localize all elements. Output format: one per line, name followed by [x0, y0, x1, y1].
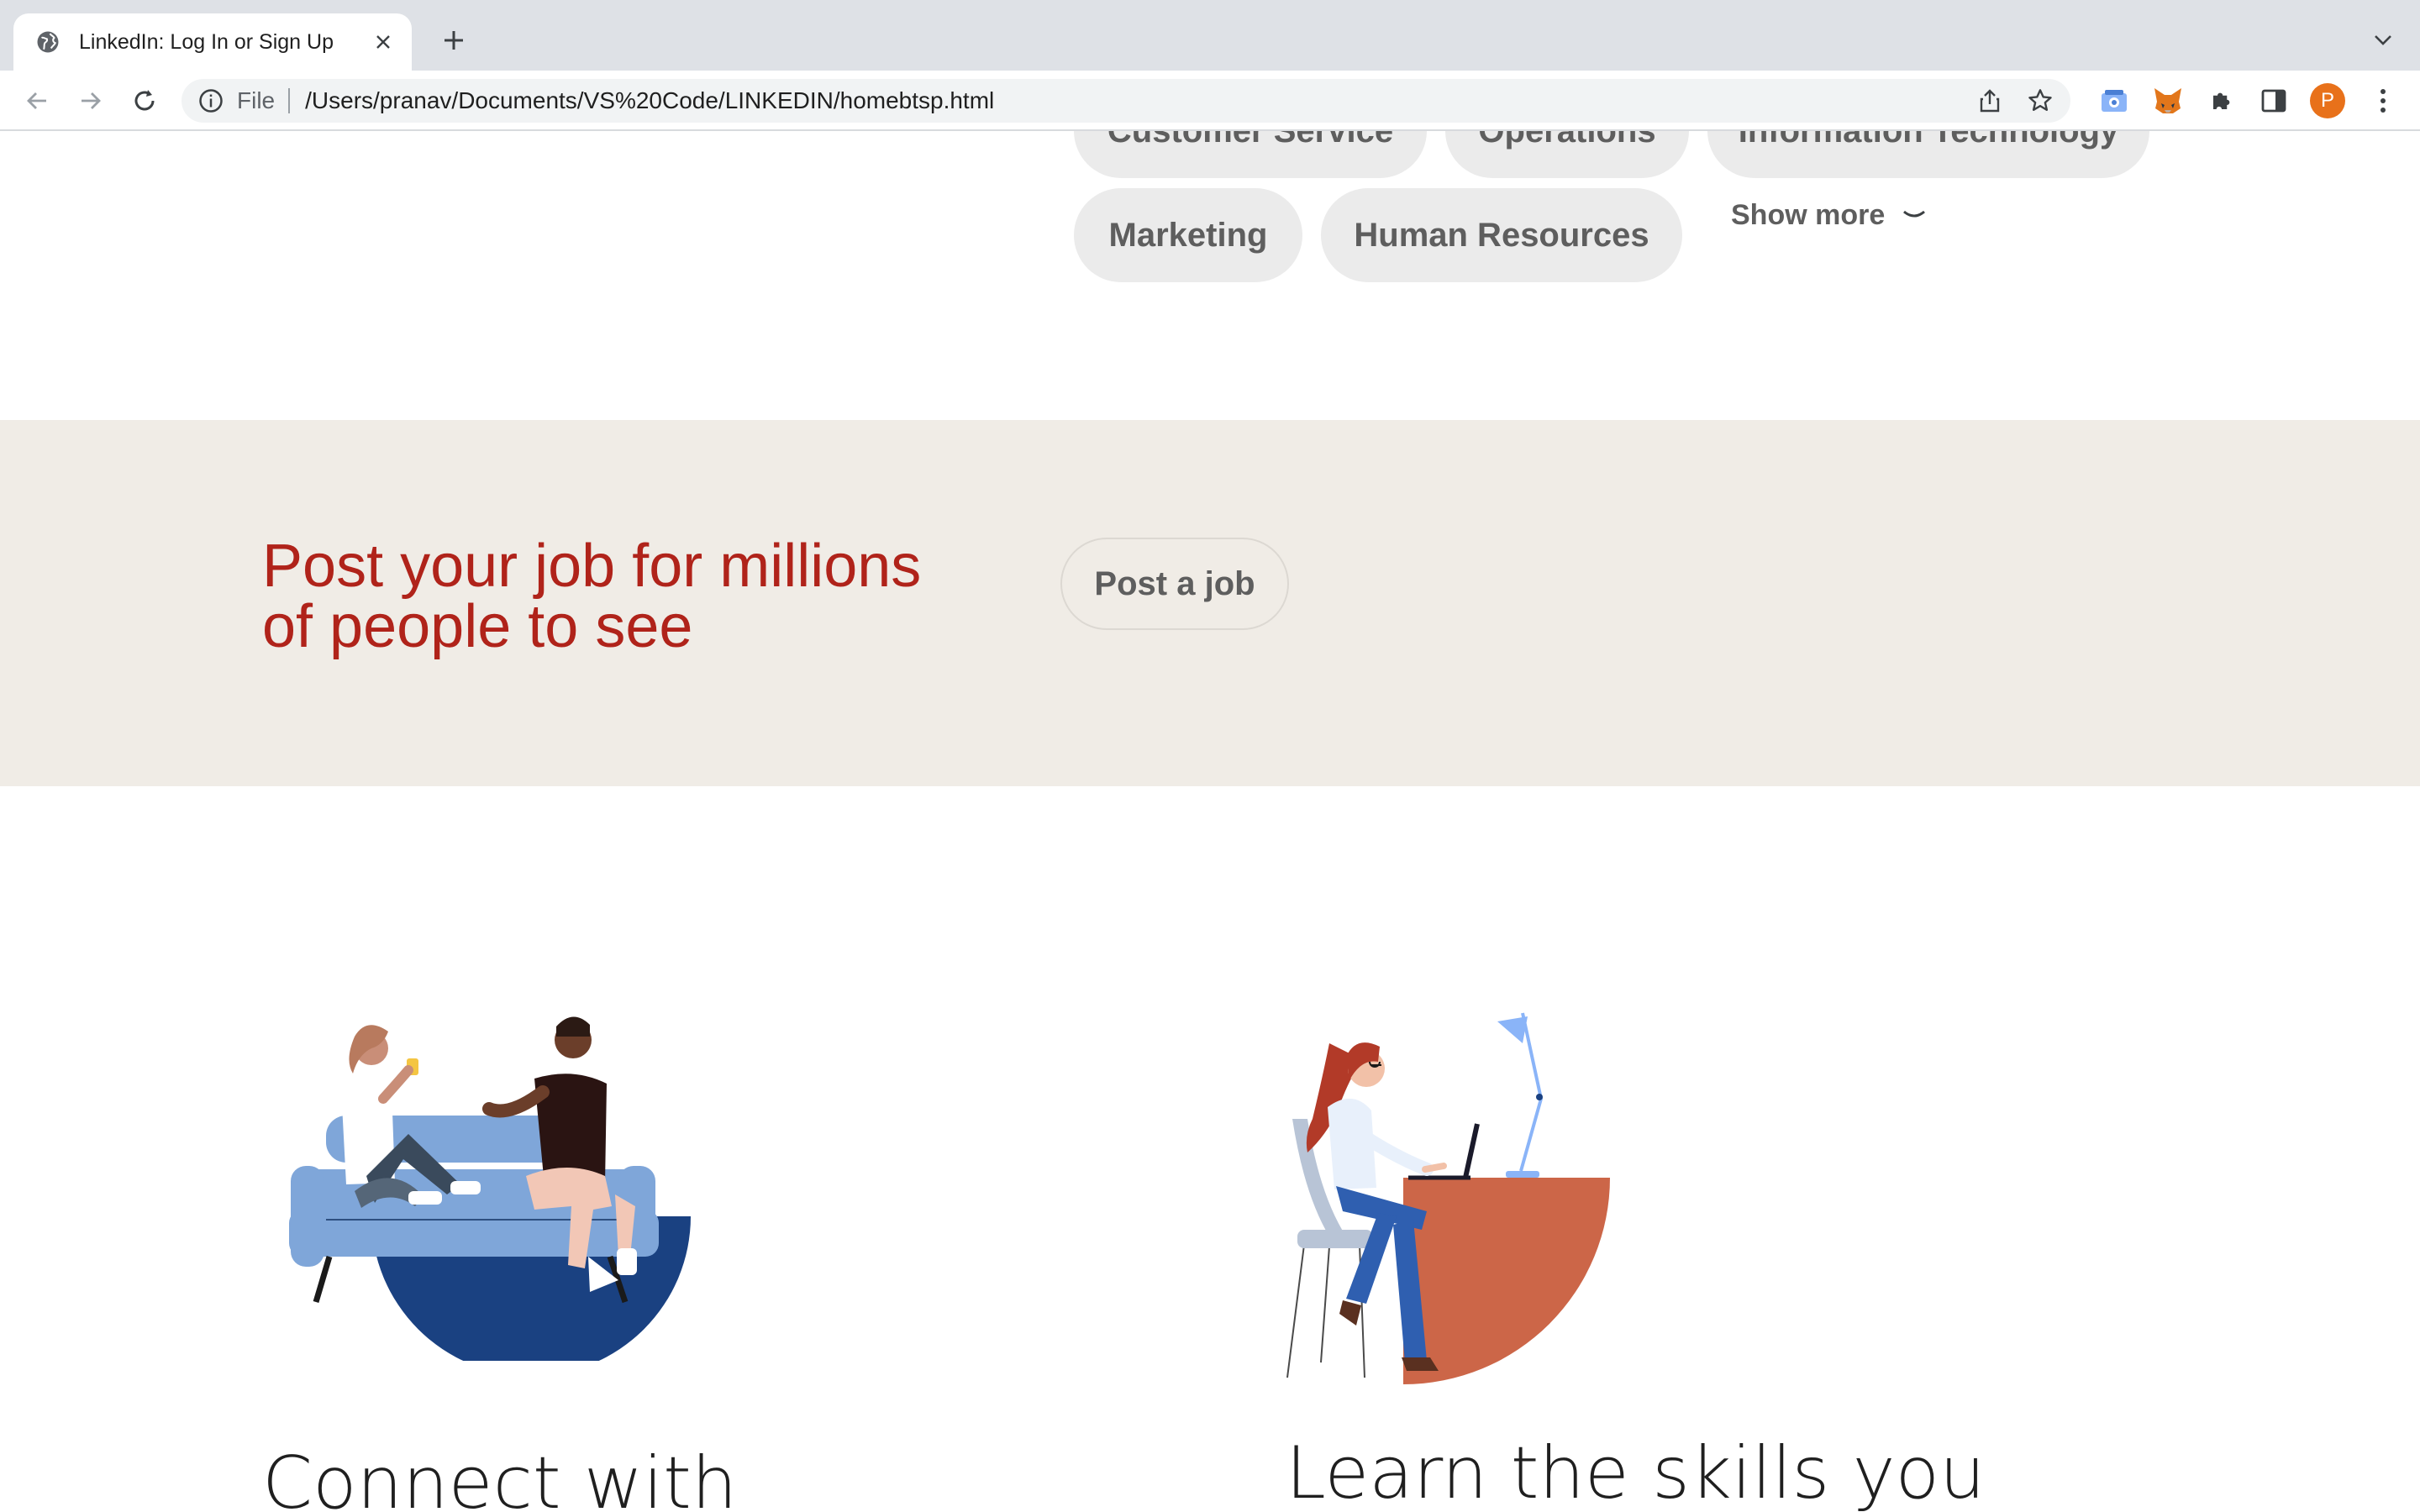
category-pill-operations[interactable]: Operations: [1445, 131, 1689, 178]
show-more-label: Show more: [1731, 198, 1886, 231]
chevron-down-icon: [1903, 210, 1926, 218]
omnibox-divider: [288, 88, 291, 113]
address-bar[interactable]: File /Users/pranav/Documents/VS%20Code/L…: [182, 79, 2070, 123]
avatar: P: [2310, 83, 2345, 118]
page-viewport: Customer Service Operations Information …: [0, 131, 2420, 1512]
category-pill-marketing[interactable]: Marketing: [1074, 188, 1302, 282]
translate-extension-icon[interactable]: [2094, 81, 2134, 121]
url-text[interactable]: /Users/pranav/Documents/VS%20Code/LINKED…: [305, 87, 1970, 114]
back-arrow-icon[interactable]: [17, 81, 57, 121]
share-icon[interactable]: [1970, 81, 2010, 121]
globe-icon: [37, 31, 59, 53]
scheme-label: File: [237, 87, 276, 113]
reload-icon[interactable]: [124, 81, 165, 121]
plus-icon[interactable]: [434, 20, 474, 60]
category-pill-information-technology[interactable]: Information Technology: [1707, 131, 2149, 178]
post-job-headline: Post your job for millions of people to …: [262, 536, 985, 657]
category-label: Operations: [1478, 131, 1655, 150]
headline-line: Post your job for millions: [262, 533, 922, 600]
category-label: Human Resources: [1354, 216, 1649, 254]
category-pill-customer-service[interactable]: Customer Service: [1074, 131, 1427, 178]
post-a-job-button[interactable]: Post a job: [1060, 538, 1289, 630]
side-panel-icon[interactable]: [2254, 81, 2294, 121]
active-tab[interactable]: LinkedIn: Log In or Sign Up: [13, 13, 412, 71]
feature-heading-learn: Learn the skills you: [1286, 1431, 1986, 1512]
kebab-menu-icon[interactable]: [2363, 81, 2403, 121]
puzzle-extensions-icon[interactable]: [2202, 81, 2242, 121]
close-icon[interactable]: [363, 22, 403, 62]
star-icon[interactable]: [2020, 81, 2060, 121]
show-more-button[interactable]: Show more: [1731, 190, 1927, 240]
chevron-down-icon[interactable]: [2366, 24, 2400, 57]
category-label: Marketing: [1108, 216, 1268, 254]
tab-title: LinkedIn: Log In or Sign Up: [79, 29, 334, 54]
people-on-couch-illustration: [289, 1016, 691, 1361]
feature-heading-connect: Connect with: [262, 1441, 738, 1512]
info-icon[interactable]: [198, 88, 224, 113]
profile-avatar[interactable]: P: [2307, 81, 2348, 121]
browser-toolbar: File /Users/pranav/Documents/VS%20Code/L…: [0, 71, 2420, 131]
headline-line: of people to see: [262, 593, 693, 660]
category-label: Information Technology: [1739, 131, 2119, 150]
woman-at-desk-laptop-illustration: [1286, 1012, 1610, 1384]
browser-tabstrip: LinkedIn: Log In or Sign Up: [0, 0, 2420, 71]
category-label: Customer Service: [1107, 131, 1393, 150]
category-pill-human-resources[interactable]: Human Resources: [1321, 188, 1682, 282]
forward-arrow-icon[interactable]: [71, 81, 111, 121]
metamask-fox-icon[interactable]: [2148, 81, 2188, 121]
post-job-section: Post your job for millions of people to …: [0, 420, 2420, 786]
